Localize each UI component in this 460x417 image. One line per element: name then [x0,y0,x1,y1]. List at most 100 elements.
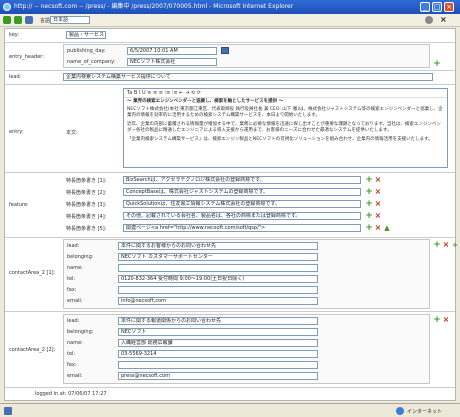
contact-lead-input[interactable]: 本件に関する報道関係からのお問い合わせ先 [118,317,318,325]
contact-area-1: lead: 本件に関するお客様からのお問い合わせ先 belonging: NEC… [63,239,430,309]
language-select[interactable]: 日本語 [50,16,90,24]
contact-lead-input[interactable]: 本件に関するお客様からのお問い合わせ先 [118,242,318,250]
divider [5,42,455,43]
save-icon[interactable] [25,16,33,24]
contact-name-label: name: [67,340,83,346]
rte-paragraph-3: 「企業内検索システム構築サービス」は、検索エンジン製品とNECソフトの可視化ソリ… [127,137,433,142]
language-label: 言語 [40,18,51,24]
globe-icon [396,407,404,415]
entry-header-label: entry_header: [9,54,44,60]
feature-list: 特長箇条書き [1]: BizSearchは、アクセラテクノロジ株式会社の登録商… [63,175,453,235]
delete-button[interactable]: × [442,316,450,324]
feature-row: 特長箇条書き [3]: QuickSolutionは、住友電工情報システム株式会… [63,199,453,210]
add-button[interactable]: + [433,241,441,250]
lead-label: lead: [9,74,22,80]
add-button[interactable]: + [433,316,441,325]
add-button[interactable]: + [365,188,373,197]
contact-area-2-label: contactArea_2 [2]: [9,347,56,353]
contact-area-1-label: contactArea_2 [1]: [9,270,56,276]
feature-item-input[interactable]: その他、記載されている会社名、製品名は、各社の商標または登録商標です。 [123,212,361,220]
key-label: key: [9,32,20,38]
contact-tel-label: tel: [67,351,76,357]
back-icon[interactable] [3,16,11,24]
delete-button[interactable]: × [374,176,382,184]
window-title: http:// -- necsoft.com -- /press/ - 編集中 … [14,3,294,10]
add-button[interactable]: + [365,212,373,221]
rte-heading: 〜 業界の検索エンジンベンダーと協業し、検索を軸としたサービスを提供 〜 [127,99,284,104]
search-icon[interactable] [425,16,433,24]
key-select[interactable]: 製品・サービス [66,31,106,39]
maximize-button[interactable]: □ [432,2,442,12]
close-button[interactable]: × [444,2,454,12]
page-icon [4,407,12,415]
contact-name-input[interactable]: 入職経営部 総務広報課 [118,339,318,347]
entry-label: entry: [9,129,24,135]
feature-row: 特長箇条書き [1]: BizSearchは、アクセラテクノロジ株式会社の登録商… [63,175,453,186]
name-of-company-label: name_of_company: [67,59,116,65]
rte-toolbar[interactable]: Ta B I U ≡ ≡ ≡ ⁝≡ ⁝≡ ⇤ ⇥ ⟲ ⟳ [124,89,447,98]
status-bar: インターネット [0,403,460,417]
feature-item-label: 特長箇条書き [1]: [66,178,107,184]
feature-row: 特長箇条書き [4]: その他、記載されている会社名、製品名は、各社の商標または… [63,211,453,222]
delete-button[interactable]: × [374,224,382,232]
delete-button[interactable]: × [374,200,382,208]
feature-item-label: 特長箇条書き [5]: [66,226,107,232]
contact-tel-label: tel: [67,276,76,282]
contact-fax-label: fax: [67,362,77,368]
logged-in-text: logged in at: 07/06/07 17:27 [35,391,107,397]
minimize-button[interactable]: _ [420,2,430,12]
close-document-icon[interactable]: × [440,15,447,24]
add-button[interactable]: + [365,200,373,209]
entry-header-box: publishing_day: 6/5/2007 10:01 AM name_o… [63,44,430,68]
rte-paragraph-2: 近年、企業の内部に蓄積される情報量が増加する中で、業務に必要な情報を迅速に探し出… [127,122,441,133]
contact-name-input[interactable] [118,264,318,272]
delete-button[interactable]: × [374,212,382,220]
publishing-day-label: publishing_day: [67,48,106,54]
contact-belonging-input[interactable]: NECソフト カスタマーサポートセンター [118,253,318,261]
rte-body[interactable]: 〜 業界の検索エンジンベンダーと協業し、検索を軸としたサービスを提供 〜 NEC… [124,98,447,167]
contact-lead-label: lead: [67,318,80,324]
feature-row: 特長箇条書き [2]: ConceptBaseは、株式会社ジャストシステムの登録… [63,187,453,198]
contact-email-input[interactable]: press@necsoft.com [118,372,318,380]
feature-item-label: 特長箇条書き [2]: [66,190,107,196]
contact-tel-input[interactable]: 03-5569-3214 [118,350,318,358]
rte-paragraph-1: NECソフト株式会社(本社:東京都江東区、代表取締役 執行役員社長 兼 CEO:… [127,107,443,118]
contact-name-label: name: [67,265,83,271]
delete-button[interactable]: × [374,188,382,196]
up-arrow-icon[interactable]: ▲ [383,224,391,232]
feature-item-input[interactable]: 関連ページ<a href="http://www.necsoft.com/sof… [123,224,361,232]
contact-fax-input[interactable] [118,361,318,369]
rich-text-editor[interactable]: Ta B I U ≡ ≡ ≡ ⁝≡ ⁝≡ ⇤ ⇥ ⟲ ⟳ 〜 業界の検索エンジン… [123,88,448,168]
contact-email-label: email: [67,298,83,304]
feature-item-input[interactable]: QuickSolutionは、住友電工情報システム株式会社の登録商標です。 [123,200,361,208]
contact-email-input[interactable]: info@necsoft.com [118,297,318,305]
contact-tel-input[interactable]: 0120-832-364 受付時間 9:00〜19:00(土日祝日除く) [118,275,318,283]
feature-item-input[interactable]: BizSearchは、アクセラテクノロジ株式会社の登録商標です。 [123,176,361,184]
contact-fax-input[interactable] [118,286,318,294]
calendar-icon[interactable] [221,47,229,54]
honbun-label: 本文: [66,130,78,136]
lead-input[interactable]: 企業内検索システム構築サービス提供について [63,73,433,81]
window-titlebar: http:// -- necsoft.com -- /press/ - 編集中 … [0,0,460,14]
divider [5,70,455,71]
contact-belonging-input[interactable]: NECソフト [118,328,318,336]
add-button[interactable]: + [433,60,441,69]
forward-icon[interactable] [14,16,22,24]
publishing-day-input[interactable]: 6/5/2007 10:01 AM [127,47,217,55]
feature-item-input[interactable]: ConceptBaseは、株式会社ジャストシステムの登録商標です。 [123,188,361,196]
divider [5,237,455,238]
add-contact-button[interactable]: + [451,241,459,249]
add-button[interactable]: + [365,224,373,233]
feature-row: 特長箇条書き [5]: 関連ページ<a href="http://www.nec… [63,223,453,234]
divider [5,172,455,173]
zone-text: インターネット [407,409,443,415]
contact-email-label: email: [67,373,83,379]
contact-area-2: lead: 本件に関する報道関係からのお問い合わせ先 belonging: NE… [63,314,430,384]
ie-icon [3,3,11,11]
contact-fax-label: fax: [67,287,77,293]
name-of-company-input[interactable]: NECソフト株式会社 [127,58,217,66]
delete-button[interactable]: × [442,241,450,249]
feature-label: feature: [9,202,29,208]
editor-panel: key: 製品・サービス entry_header: publishing_da… [4,28,459,401]
add-button[interactable]: + [365,176,373,185]
